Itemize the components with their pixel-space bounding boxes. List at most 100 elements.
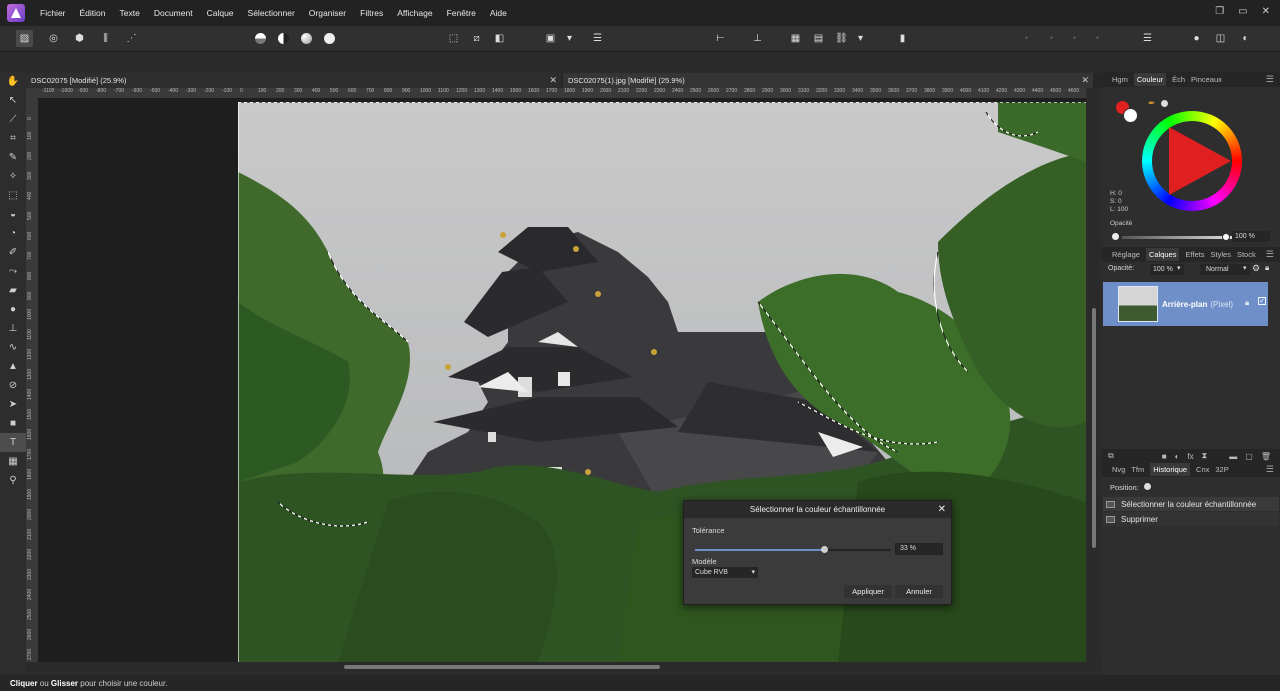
assistant-icon[interactable]: ▤ — [810, 30, 827, 47]
apply-button[interactable]: Appliquer — [844, 585, 892, 598]
history-position-slider[interactable] — [1144, 483, 1151, 490]
tolerance-input[interactable]: 33 % — [895, 543, 943, 555]
liquify-persona-icon[interactable]: ◎ — [45, 30, 62, 47]
color-triangle[interactable] — [1169, 127, 1231, 195]
menu-affichage[interactable]: Affichage — [390, 8, 439, 18]
arrange-back-icon[interactable]: ▪ — [1018, 30, 1035, 47]
photo-persona-icon[interactable]: ▨ — [16, 30, 33, 47]
opacity-knob[interactable] — [1222, 233, 1230, 241]
tone-mapping-persona-icon[interactable]: ⫼ — [97, 30, 114, 47]
vertical-scrollbar[interactable] — [1089, 88, 1099, 662]
menu-texte[interactable]: Texte — [113, 8, 147, 18]
color-picker-icon[interactable]: ✒ — [1148, 98, 1156, 109]
shape-tool-icon[interactable]: ■ — [0, 414, 26, 433]
scroll-thumb[interactable] — [1092, 308, 1096, 548]
menu-calque[interactable]: Calque — [200, 8, 241, 18]
settings-icon[interactable]: ◐ — [1237, 30, 1254, 47]
layer-row[interactable]: Arrière-plan (Pixel) 🔒︎ ✓ — [1103, 282, 1268, 326]
selection-brush-icon[interactable]: ✎ — [0, 148, 26, 167]
smudge-brush-icon[interactable]: ∿ — [0, 338, 26, 357]
maximize-window-icon[interactable]: ▭ — [1238, 6, 1247, 17]
menu-aide[interactable]: Aide — [483, 8, 514, 18]
dodge-brush-icon[interactable]: ● — [0, 300, 26, 319]
tab-swatches[interactable]: Éch — [1172, 75, 1185, 84]
paint-brush-icon[interactable]: ✐ — [0, 243, 26, 262]
mesh-warp-icon[interactable]: ▦ — [0, 452, 26, 471]
documents-icon[interactable]: ◫ — [1212, 30, 1229, 47]
model-select[interactable]: Cube RVB — [692, 567, 758, 578]
studio-icon[interactable]: ● — [1188, 30, 1205, 47]
filter-icon[interactable]: ⧗ — [1202, 451, 1208, 461]
delete-layer-icon[interactable]: 🗑︎ — [1261, 452, 1271, 461]
gradient-tool-icon[interactable]: ◔ — [0, 224, 26, 243]
erase-brush-icon[interactable]: ▰ — [0, 281, 26, 300]
lock-icon[interactable]: 🔒︎ — [1265, 263, 1269, 273]
grid-icon[interactable]: ▦ — [787, 30, 804, 47]
close-tab-icon[interactable]: ✕ — [1081, 75, 1089, 86]
text-tool-icon[interactable]: T — [0, 433, 26, 452]
link-icon[interactable]: ⛓ — [833, 30, 850, 47]
horizontal-ruler[interactable]: -1100 -1000 -900 -800 -700 -600 -500 -400 -300 -2… — [38, 88, 1086, 98]
develop-persona-icon[interactable]: ⬢ — [71, 30, 88, 47]
tab-color[interactable]: Couleur — [1133, 73, 1167, 86]
marquee-tool-icon[interactable]: ⬚ — [0, 186, 26, 205]
panel-menu-icon[interactable]: ☰ — [1266, 74, 1274, 85]
quick-mask-dropdown-icon[interactable]: ▾ — [561, 30, 578, 47]
photo-canvas[interactable] — [238, 102, 1086, 662]
sharpen-brush-icon[interactable]: ▲ — [0, 357, 26, 376]
menu-document[interactable]: Document — [147, 8, 200, 18]
color-mode-icon[interactable] — [1161, 100, 1168, 107]
deselect-icon[interactable]: ⧄ — [468, 30, 485, 47]
red-eye-icon[interactable]: ⊘ — [0, 376, 26, 395]
close-tab-icon[interactable]: ✕ — [549, 75, 557, 86]
menu-filtres[interactable]: Filtres — [353, 8, 390, 18]
restore-window-icon[interactable]: ❐ — [1215, 6, 1224, 17]
quick-mask-icon[interactable]: ▣ — [542, 30, 559, 47]
align-icon[interactable]: ☰ — [1139, 30, 1156, 47]
scroll-thumb[interactable] — [344, 665, 660, 669]
pen-tool-icon[interactable]: ➤ — [0, 395, 26, 414]
auto-contrast-icon[interactable] — [275, 30, 292, 47]
clone-brush-icon[interactable]: ⊥ — [0, 319, 26, 338]
menu-selectionner[interactable]: Sélectionner — [241, 8, 302, 18]
auto-colors-icon[interactable] — [298, 30, 315, 47]
color-wheel[interactable] — [1142, 111, 1242, 211]
menu-organiser[interactable]: Organiser — [302, 8, 353, 18]
menu-fenetre[interactable]: Fenêtre — [440, 8, 483, 18]
menu-edition[interactable]: Édition — [73, 8, 113, 18]
flood-select-icon[interactable]: ✧ — [0, 167, 26, 186]
link-dropdown-icon[interactable]: ▾ — [852, 30, 869, 47]
picker-tool-icon[interactable]: ⟋ — [0, 110, 26, 129]
auto-levels-icon[interactable] — [252, 30, 269, 47]
chevron-down-icon[interactable]: ▾ — [1243, 264, 1247, 272]
document-tab[interactable]: DSC02075 [Modifié] (25.9%) ✕ — [26, 73, 561, 88]
adjustment-icon[interactable]: ◐ — [1175, 452, 1180, 461]
move-tool-icon[interactable]: ↖ — [0, 91, 26, 110]
arrange-forward-icon[interactable]: ▪ — [1066, 30, 1083, 47]
add-layer-icon[interactable]: ▢ — [1245, 452, 1253, 461]
vertical-ruler[interactable]: 0 100 200 300 400 500 600 700 800 900 1000 1100 1200… — [26, 98, 38, 662]
tolerance-slider[interactable] — [695, 546, 891, 553]
arrange-backward-icon[interactable]: ▪ — [1043, 30, 1060, 47]
tab-histogram[interactable]: Hgm — [1112, 75, 1128, 84]
history-item[interactable]: Sélectionner la couleur échantillonnée — [1103, 497, 1279, 511]
alignment-icon[interactable]: ☰ — [589, 30, 606, 47]
menu-fichier[interactable]: Fichier — [33, 8, 73, 18]
group-icon[interactable]: ▬ — [1229, 452, 1237, 461]
export-persona-icon[interactable]: ⋰ — [123, 30, 140, 47]
opacity-input[interactable]: 100 % — [1232, 231, 1270, 242]
fx-icon[interactable]: fx — [1187, 452, 1193, 461]
crop-tool-icon[interactable]: ⌗ — [0, 129, 26, 148]
chevron-down-icon[interactable]: ▾ — [1177, 264, 1181, 272]
gear-icon[interactable]: ⚙ — [1252, 263, 1260, 274]
tab-brushes[interactable]: Pinceaux — [1191, 75, 1222, 84]
opacity-slider[interactable] — [1122, 236, 1232, 239]
layer-visibility-checkbox[interactable]: ✓ — [1258, 297, 1266, 305]
secondary-color-swatch[interactable] — [1123, 108, 1138, 123]
hand-tool-icon[interactable]: ✋ — [0, 72, 26, 91]
auto-white-balance-icon[interactable] — [321, 30, 338, 47]
layer-lock-icon[interactable]: 🔒︎ — [1245, 298, 1249, 308]
tolerance-slider-knob[interactable] — [821, 546, 829, 553]
select-all-icon[interactable]: ⬚ — [445, 30, 462, 47]
snapping-options-icon[interactable]: ⊥ — [749, 30, 766, 47]
